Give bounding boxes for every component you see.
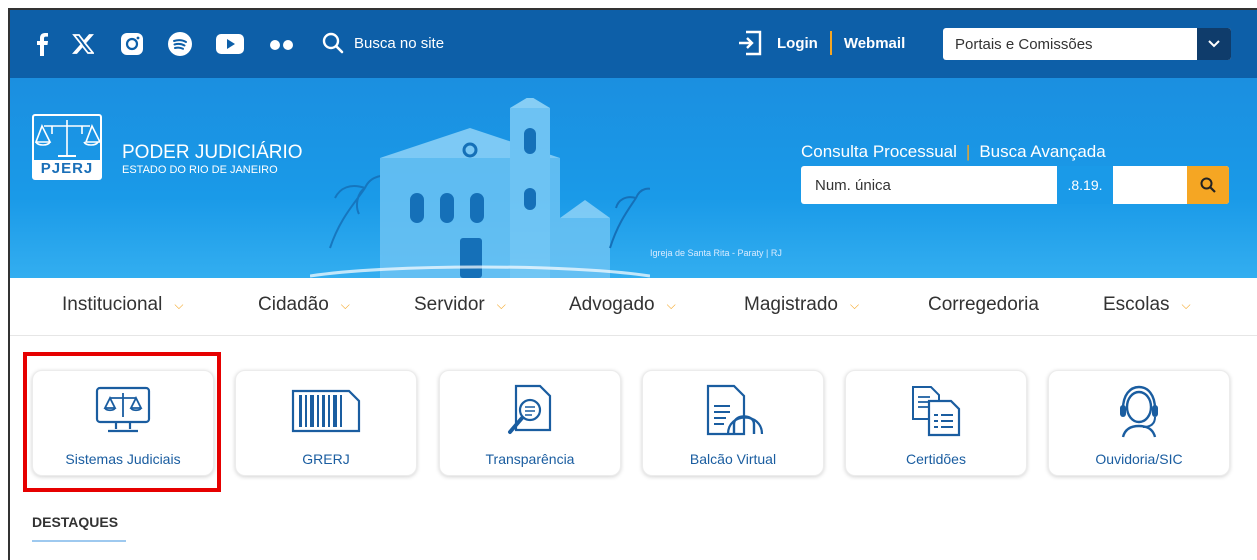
busca-avancada-link[interactable]: Busca Avançada: [979, 142, 1105, 162]
chevron-down-icon: ⌵: [496, 297, 506, 312]
chevron-down-icon: ⌵: [1181, 297, 1191, 312]
top-bar: Busca no site Login Webmail Portais e Co…: [10, 10, 1257, 78]
login-link[interactable]: Login: [777, 35, 818, 52]
search-button[interactable]: [1187, 166, 1229, 204]
brand-subtitle: ESTADO DO RIO DE JANEIRO: [122, 164, 278, 176]
process-number-suffix: .8.19.: [1057, 166, 1113, 204]
youtube-icon[interactable]: [216, 34, 244, 54]
process-lookup-links: Consulta Processual | Busca Avançada: [801, 142, 1106, 162]
nav-item-label: Escolas: [1103, 294, 1170, 315]
barcode-icon: [291, 389, 361, 433]
shortcut-label: Balcão Virtual: [689, 451, 777, 467]
process-number-search: Num. única .8.19.: [801, 166, 1229, 204]
chevron-down-icon[interactable]: [1197, 28, 1231, 60]
x-twitter-icon[interactable]: [72, 33, 94, 55]
shortcut-balcao-virtual[interactable]: Balcão Virtual: [642, 370, 824, 476]
chevron-down-icon: ⌵: [666, 297, 676, 312]
document-magnifier-icon: [508, 384, 552, 434]
shortcut-label: GRERJ: [302, 451, 350, 467]
webmail-link[interactable]: Webmail: [844, 35, 905, 52]
nav-item-escolas[interactable]: Escolas ⌵: [1103, 294, 1191, 316]
shortcut-label: Transparência: [485, 451, 575, 467]
portals-dropdown-value: Portais e Comissões: [955, 35, 1093, 53]
nav-item-label: Magistrado: [744, 294, 838, 315]
document-arch-icon: [706, 384, 764, 436]
section-underline: [32, 540, 126, 542]
shortcut-label: Ouvidoria/SIC: [1095, 451, 1183, 467]
nav-item-label: Advogado: [569, 294, 655, 315]
nav-item-institucional[interactable]: Institucional ⌵: [62, 294, 183, 316]
brand-title: PODER JUDICIÁRIO: [122, 142, 303, 163]
logo-abbr: PJERJ: [34, 160, 100, 178]
chevron-down-icon: ⌵: [850, 297, 860, 312]
login-icon[interactable]: [737, 30, 763, 56]
nav-item-label: Cidadão: [258, 294, 329, 315]
headset-icon: [1120, 385, 1158, 438]
pjerj-logo[interactable]: PJERJ: [32, 114, 102, 180]
facebook-icon[interactable]: [34, 32, 50, 56]
search-icon: [1200, 177, 1216, 193]
page-frame: Busca no site Login Webmail Portais e Co…: [8, 8, 1257, 560]
instagram-icon[interactable]: [120, 32, 144, 56]
nav-item-magistrado[interactable]: Magistrado ⌵: [744, 294, 859, 316]
portals-dropdown[interactable]: Portais e Comissões: [943, 28, 1231, 60]
search-icon: [322, 32, 344, 54]
shortcut-label: Certidões: [906, 451, 966, 467]
scales-of-justice-icon: [34, 120, 100, 157]
spotify-icon[interactable]: [168, 32, 192, 56]
shortcut-transparencia[interactable]: Transparência: [439, 370, 621, 476]
flickr-icon[interactable]: [268, 39, 296, 51]
monitor-scales-icon: [95, 386, 151, 433]
section-title-destaques: DESTAQUES: [32, 514, 119, 530]
nav-item-servidor[interactable]: Servidor ⌵: [414, 294, 506, 316]
header-banner: PJERJ PODER JUDICIÁRIO ESTADO DO RIO DE …: [10, 78, 1257, 278]
nav-item-label: Corregedoria: [928, 294, 1039, 315]
chevron-down-icon: ⌵: [340, 297, 350, 312]
site-search-label: Busca no site: [354, 34, 445, 52]
site-search[interactable]: Busca no site: [322, 32, 444, 54]
shortcut-ouvidoria-sic[interactable]: Ouvidoria/SIC: [1048, 370, 1230, 476]
nav-item-label: Servidor: [414, 294, 485, 315]
shortcut-grerj[interactable]: GRERJ: [235, 370, 417, 476]
chevron-down-icon: ⌵: [174, 297, 184, 312]
nav-item-label: Institucional: [62, 294, 163, 315]
documents-icon: [912, 386, 961, 437]
divider: [829, 31, 832, 55]
consulta-processual-link[interactable]: Consulta Processual: [801, 142, 957, 162]
shortcut-sistemas-judiciais[interactable]: Sistemas Judiciais: [32, 370, 214, 476]
nav-item-cidadao[interactable]: Cidadão ⌵: [258, 294, 350, 316]
shortcut-certidoes[interactable]: Certidões: [845, 370, 1027, 476]
process-number-input[interactable]: Num. única: [801, 177, 1057, 194]
shortcut-label: Sistemas Judiciais: [65, 451, 181, 467]
church-illustration: [310, 98, 650, 278]
nav-item-advogado[interactable]: Advogado ⌵: [569, 294, 676, 316]
nav-item-corregedoria[interactable]: Corregedoria: [928, 294, 1039, 316]
login-area: Login Webmail: [737, 30, 905, 56]
main-nav: Institucional ⌵ Cidadão ⌵ Servidor ⌵ Advoga…: [10, 278, 1257, 336]
image-caption: Igreja de Santa Rita - Paraty | RJ: [650, 248, 782, 258]
divider: |: [965, 142, 971, 161]
